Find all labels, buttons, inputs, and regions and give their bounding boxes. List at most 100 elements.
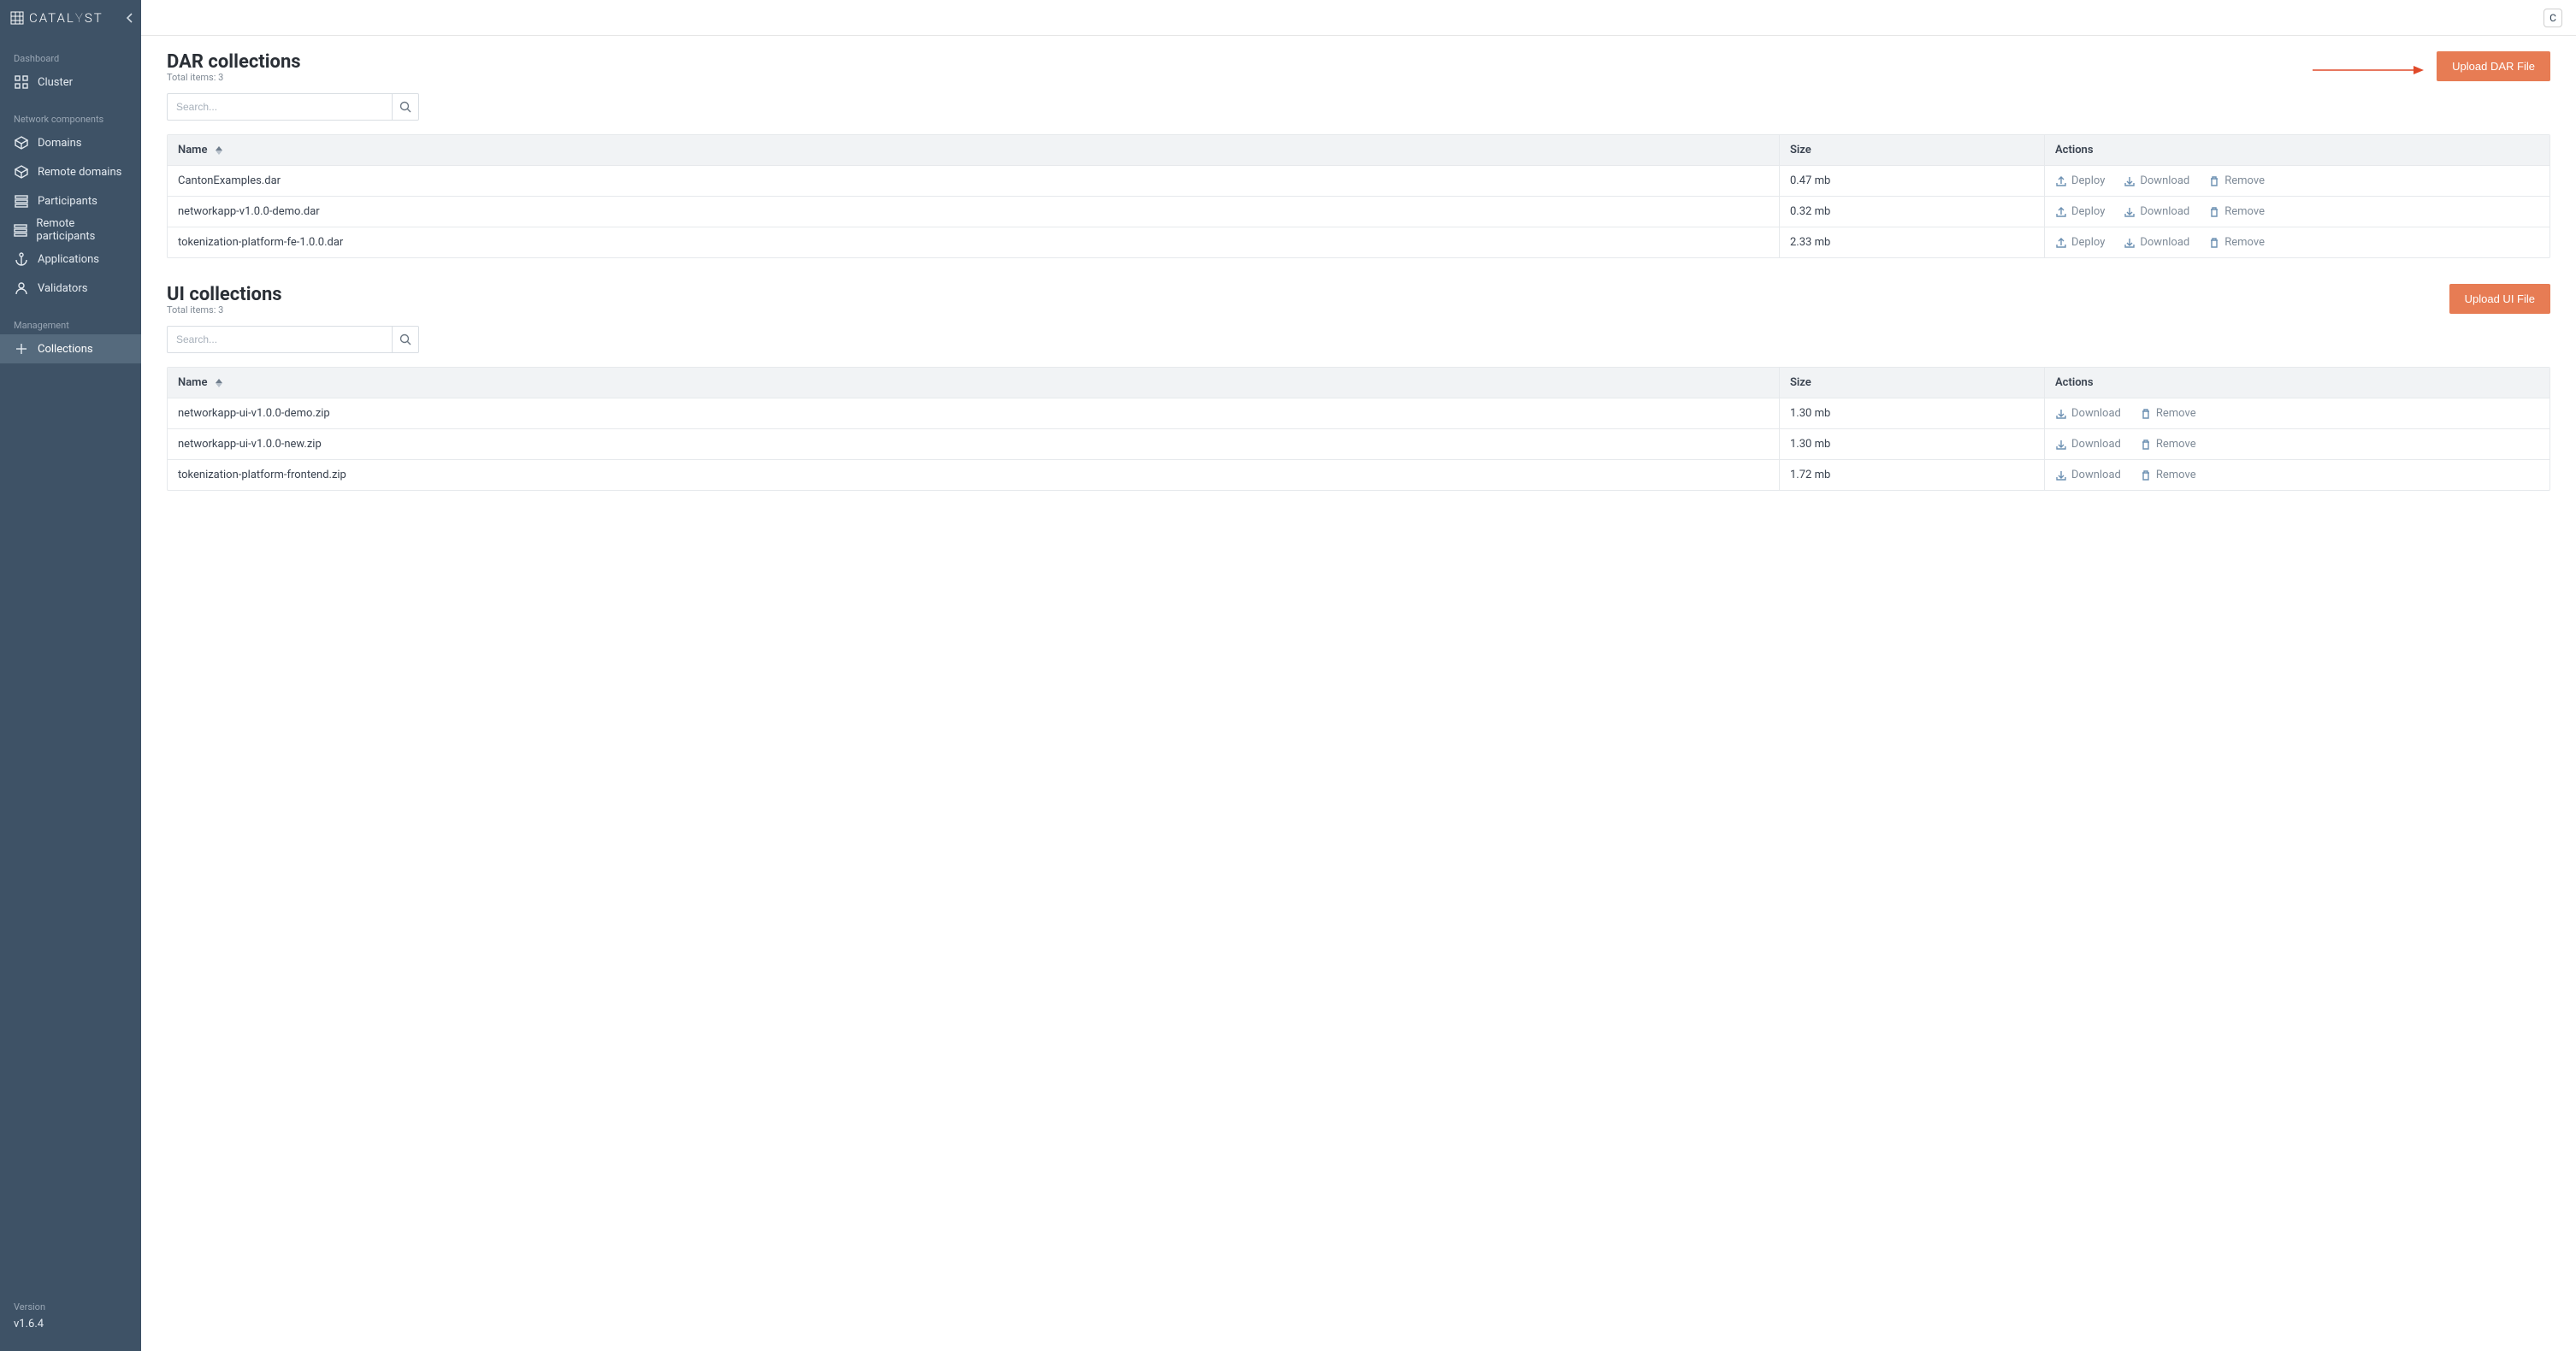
cell-name: networkapp-ui-v1.0.0-new.zip <box>168 429 1780 459</box>
sidebar-item-cluster[interactable]: Cluster <box>0 68 141 97</box>
remove-action[interactable]: Remove <box>2140 438 2196 451</box>
sidebar-item-label: Cluster <box>38 76 73 89</box>
remove-action[interactable]: Remove <box>2208 236 2265 249</box>
version-value: v1.6.4 <box>14 1318 127 1330</box>
download-action[interactable]: Download <box>2124 174 2189 187</box>
cell-name: CantonExamples.dar <box>168 166 1780 196</box>
col-actions: Actions <box>2045 135 2549 165</box>
chevron-left-icon <box>126 12 134 24</box>
cell-actions: Deploy Download Remove <box>2045 197 2549 227</box>
sidebar-item-collections[interactable]: Collections <box>0 334 141 363</box>
table-row: tokenization-platform-frontend.zip1.72 m… <box>168 459 2549 490</box>
col-actions: Actions <box>2045 368 2549 398</box>
cell-size: 1.72 mb <box>1780 460 2045 490</box>
table-row: networkapp-ui-v1.0.0-demo.zip1.30 mbDown… <box>168 398 2549 428</box>
cube-remote-icon <box>14 165 29 179</box>
content: DAR collections Total items: 3 Upload DA… <box>141 36 2576 551</box>
sidebar-item-label: Participants <box>38 195 97 208</box>
anchor-icon <box>14 252 29 266</box>
upload-dar-button[interactable]: Upload DAR File <box>2437 51 2550 81</box>
ui-search-button[interactable] <box>392 326 419 353</box>
upload-ui-button[interactable]: Upload UI File <box>2449 284 2550 314</box>
download-action[interactable]: Download <box>2055 438 2121 451</box>
ui-title: UI collections <box>167 284 282 305</box>
deploy-action[interactable]: Deploy <box>2055 205 2105 218</box>
cell-actions: Download Remove <box>2045 398 2549 428</box>
search-icon <box>399 101 411 113</box>
sidebar-item-validators[interactable]: Validators <box>0 274 141 303</box>
dar-table-head: Name Size Actions <box>168 135 2549 165</box>
cell-name: tokenization-platform-fe-1.0.0.dar <box>168 227 1780 257</box>
deploy-action[interactable]: Deploy <box>2055 174 2105 187</box>
remove-action[interactable]: Remove <box>2208 205 2265 218</box>
ui-search <box>167 326 419 353</box>
cell-name: networkapp-ui-v1.0.0-demo.zip <box>168 398 1780 428</box>
download-action[interactable]: Download <box>2055 469 2121 481</box>
dar-search-button[interactable] <box>392 93 419 121</box>
sidebar-header: CATALYST <box>0 0 141 36</box>
dar-search-input[interactable] <box>167 93 392 121</box>
dar-table: Name Size Actions CantonExamples.dar0.47… <box>167 134 2550 258</box>
sidebar-item-remote-domains[interactable]: Remote domains <box>0 157 141 186</box>
main: C DAR collections Total items: 3 Upload … <box>141 0 2576 1351</box>
ui-table-head: Name Size Actions <box>168 368 2549 398</box>
sidebar-item-applications[interactable]: Applications <box>0 245 141 274</box>
table-row: CantonExamples.dar0.47 mbDeployDownloadR… <box>168 165 2549 196</box>
plus-icon <box>14 342 29 356</box>
app-name: CATALYST <box>29 10 103 26</box>
download-action[interactable]: Download <box>2055 407 2121 420</box>
table-row: tokenization-platform-fe-1.0.0.dar2.33 m… <box>168 227 2549 257</box>
app-logo: CATALYST <box>10 10 103 26</box>
logo-icon <box>10 11 24 25</box>
table-row: networkapp-ui-v1.0.0-new.zip1.30 mbDownl… <box>168 428 2549 459</box>
sidebar-item-label: Validators <box>38 282 87 295</box>
dar-section-head: DAR collections Total items: 3 Upload DA… <box>167 51 2550 83</box>
remove-action[interactable]: Remove <box>2140 407 2196 420</box>
col-name[interactable]: Name <box>168 368 1780 398</box>
deploy-action[interactable]: Deploy <box>2055 236 2105 249</box>
sidebar-item-participants[interactable]: Participants <box>0 186 141 215</box>
ui-search-input[interactable] <box>167 326 392 353</box>
ui-total: Total items: 3 <box>167 304 282 316</box>
cell-actions: Download Remove <box>2045 460 2549 490</box>
remove-action[interactable]: Remove <box>2208 174 2265 187</box>
sidebar-item-domains[interactable]: Domains <box>0 128 141 157</box>
download-action[interactable]: Download <box>2124 205 2189 218</box>
dar-title: DAR collections <box>167 51 301 73</box>
sidebar-item-remote-participants[interactable]: Remote participants <box>0 215 141 245</box>
cell-size: 1.30 mb <box>1780 398 2045 428</box>
sidebar-item-label: Collections <box>38 343 93 356</box>
col-size[interactable]: Size <box>1780 135 2045 165</box>
table-row: networkapp-v1.0.0-demo.dar0.32 mbDeployD… <box>168 196 2549 227</box>
download-action[interactable]: Download <box>2124 236 2189 249</box>
sidebar-footer: Version v1.6.4 <box>0 1301 141 1351</box>
sidebar-group-label: Dashboard <box>0 36 141 68</box>
user-icon <box>14 281 29 295</box>
col-size[interactable]: Size <box>1780 368 2045 398</box>
col-name[interactable]: Name <box>168 135 1780 165</box>
cell-actions: Download Remove <box>2045 429 2549 459</box>
dar-search <box>167 93 419 121</box>
cell-actions: Deploy Download Remove <box>2045 166 2549 196</box>
cell-size: 0.32 mb <box>1780 197 2045 227</box>
sidebar: CATALYST Dashboard Cluster Network compone… <box>0 0 141 1351</box>
cell-name: networkapp-v1.0.0-demo.dar <box>168 197 1780 227</box>
dar-section: DAR collections Total items: 3 Upload DA… <box>167 51 2550 258</box>
sidebar-item-label: Remote participants <box>36 217 127 243</box>
sidebar-item-label: Domains <box>38 137 81 150</box>
cell-size: 1.30 mb <box>1780 429 2045 459</box>
sort-icon <box>216 146 222 155</box>
avatar[interactable]: C <box>2544 9 2562 27</box>
stack-icon <box>14 194 29 208</box>
version-label: Version <box>14 1301 127 1313</box>
ui-section: UI collections Total items: 3 Upload UI … <box>167 284 2550 491</box>
sidebar-group-label: Network components <box>0 97 141 128</box>
stack-remote-icon <box>14 223 27 237</box>
topbar: C <box>141 0 2576 36</box>
cell-name: tokenization-platform-frontend.zip <box>168 460 1780 490</box>
search-icon <box>399 333 411 345</box>
collapse-sidebar-button[interactable] <box>126 0 134 36</box>
ui-table: Name Size Actions networkapp-ui-v1.0.0-d… <box>167 367 2550 491</box>
remove-action[interactable]: Remove <box>2140 469 2196 481</box>
dar-total: Total items: 3 <box>167 72 301 83</box>
